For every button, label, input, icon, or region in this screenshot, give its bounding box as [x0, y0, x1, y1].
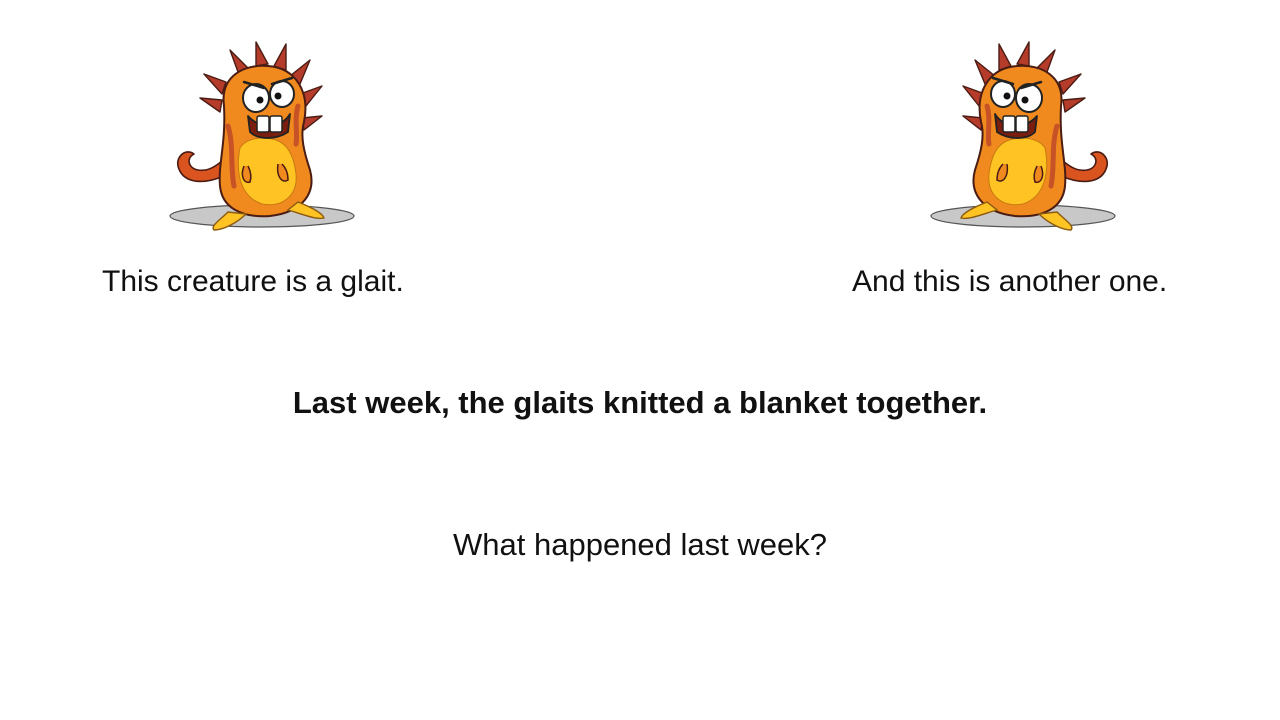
slide: This creature is a glait. And this is an… — [0, 0, 1280, 720]
caption-right: And this is another one. — [852, 265, 1168, 298]
glait-creature-right-icon — [921, 36, 1121, 236]
statement-text: Last week, the glaits knitted a blanket … — [292, 385, 988, 420]
caption-left: This creature is a glait. — [102, 265, 404, 298]
glait-creature-left-icon — [164, 36, 364, 236]
question-text: What happened last week? — [453, 527, 827, 562]
